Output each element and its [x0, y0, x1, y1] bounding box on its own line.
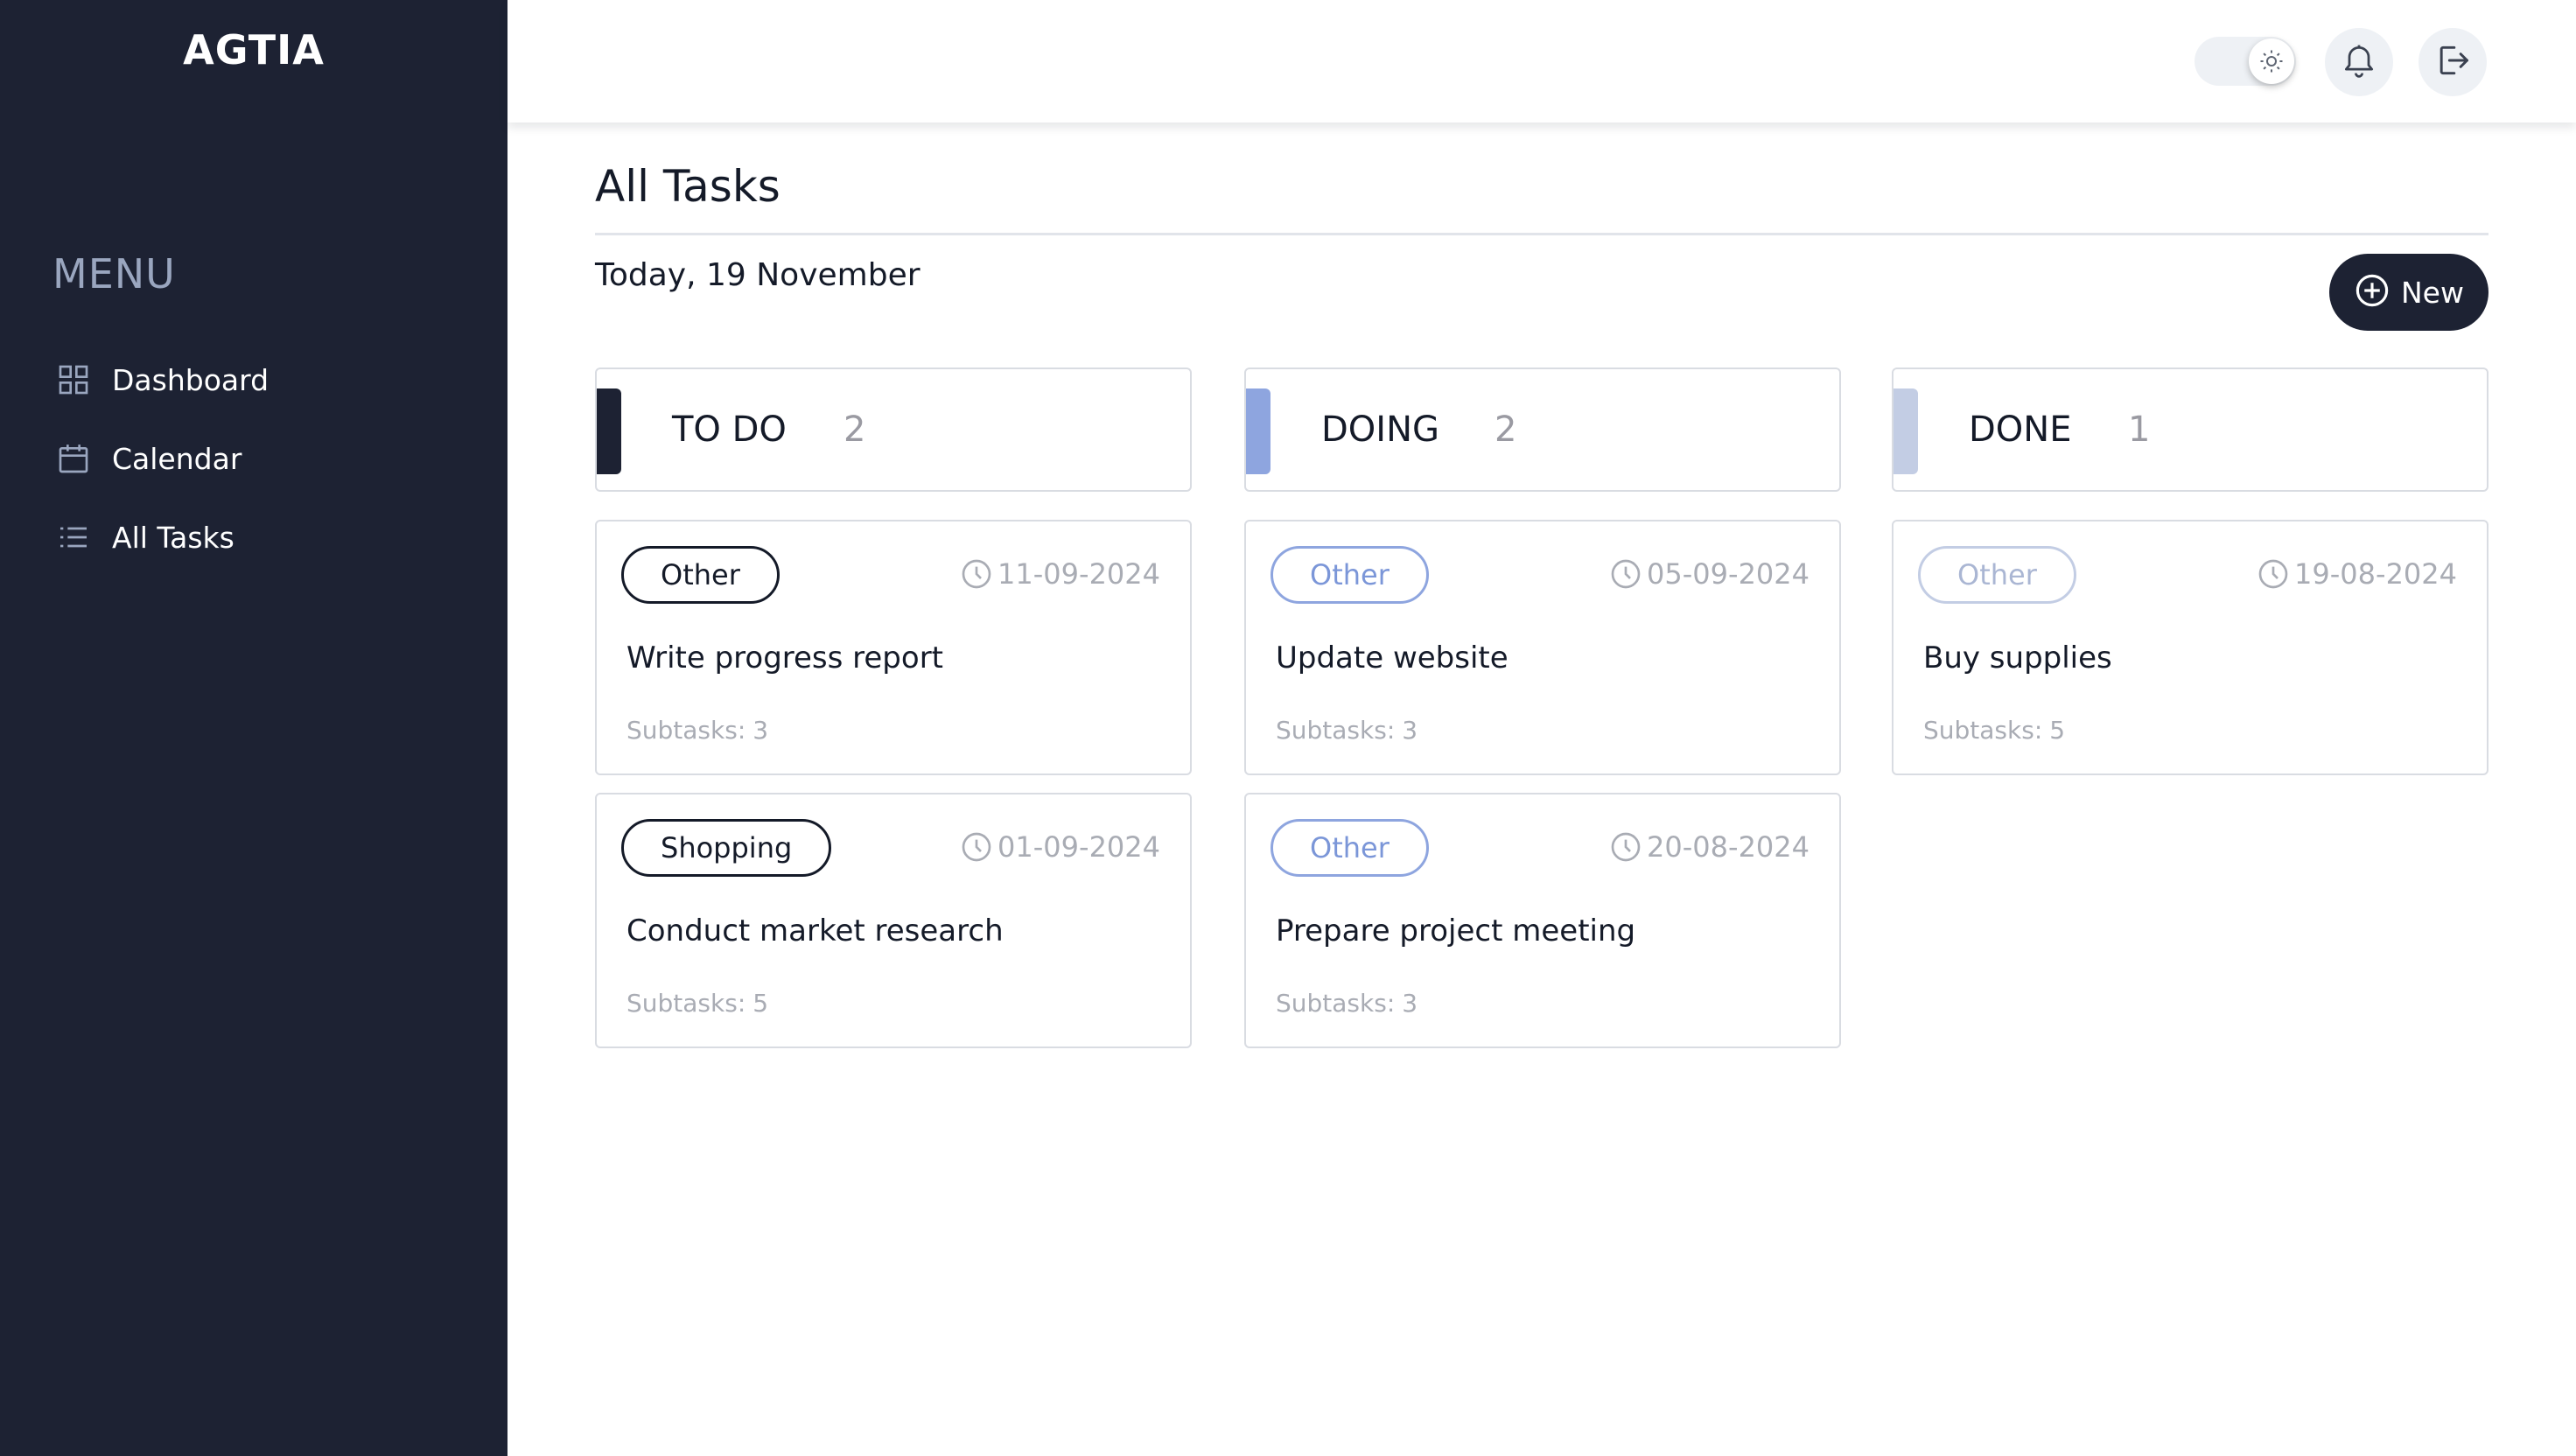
page-title: All Tasks [595, 161, 780, 212]
task-card[interactable]: Other 19-08-2024 Buy supplies Subtasks: 5 [1892, 520, 2488, 775]
notifications-button[interactable] [2325, 28, 2393, 96]
subtask-count: Subtasks: 5 [626, 989, 768, 1018]
app-logo[interactable]: AGTIA [0, 26, 508, 74]
column-count: 2 [844, 410, 866, 450]
grid-icon [54, 360, 93, 399]
column-header-done: DONE 1 [1892, 368, 2488, 492]
column-accent [1246, 388, 1270, 474]
due-date: 01-09-2024 [959, 830, 1160, 864]
clock-icon [962, 559, 991, 589]
new-task-label: New [2401, 275, 2464, 310]
task-title: Prepare project meeting [1276, 914, 1636, 948]
task-title: Update website [1276, 640, 1508, 676]
due-date-text: 11-09-2024 [998, 557, 1160, 591]
app-root: AGTIA MENU Dashboard Calendar All Tasks … [0, 0, 2576, 1456]
column-accent [597, 388, 621, 474]
task-title: Buy supplies [1923, 640, 2112, 676]
task-card[interactable]: Other 11-09-2024 Write progress report S… [595, 520, 1192, 775]
title-divider [595, 233, 2488, 235]
due-date-text: 20-08-2024 [1647, 830, 1810, 864]
calendar-icon [54, 439, 93, 478]
subtask-count: Subtasks: 3 [1276, 716, 1418, 745]
category-tag: Other [1270, 546, 1429, 604]
clock-icon [1611, 559, 1641, 589]
due-date: 20-08-2024 [1608, 830, 1810, 864]
subtasks-value: 3 [1402, 716, 1418, 745]
sidebar-item-calendar[interactable]: Calendar [54, 432, 474, 485]
today-date: Today, 19 November [595, 257, 920, 293]
task-card[interactable]: Other 05-09-2024 Update website Subtasks… [1244, 520, 1841, 775]
sidebar-item-dashboard[interactable]: Dashboard [54, 354, 474, 406]
subtasks-value: 5 [2049, 716, 2066, 745]
column-header-doing: DOING 2 [1244, 368, 1841, 492]
column-name: TO DO [672, 410, 787, 450]
task-title: Write progress report [626, 640, 943, 676]
clock-icon [2258, 559, 2288, 589]
due-date-text: 05-09-2024 [1647, 557, 1810, 591]
column-count: 2 [1494, 410, 1517, 450]
due-date: 11-09-2024 [959, 556, 1160, 592]
category-tag: Shopping [621, 819, 832, 877]
subtask-count: Subtasks: 5 [1923, 716, 2065, 745]
due-date: 05-09-2024 [1608, 556, 1810, 592]
subtask-count: Subtasks: 3 [626, 716, 768, 745]
subtasks-value: 5 [752, 989, 769, 1018]
category-tag: Other [1918, 546, 2076, 604]
sun-icon [2249, 38, 2294, 84]
menu-title: MENU [52, 250, 176, 298]
task-title: Conduct market research [626, 914, 1004, 948]
due-date: 19-08-2024 [2256, 556, 2457, 592]
subtasks-value: 3 [1402, 989, 1418, 1018]
subtasks-label: Subtasks: [1276, 716, 1396, 745]
column-count: 1 [2128, 410, 2151, 450]
plus-circle-icon [2354, 272, 2390, 312]
sidebar: AGTIA MENU Dashboard Calendar All Tasks [0, 0, 508, 1456]
subtasks-label: Subtasks: [626, 989, 746, 1018]
theme-toggle[interactable] [2194, 37, 2296, 86]
bell-icon [2340, 41, 2378, 83]
list-icon [54, 518, 93, 556]
subtasks-label: Subtasks: [1923, 716, 2043, 745]
sidebar-item-label: Dashboard [112, 362, 270, 397]
sidebar-item-label: Calendar [112, 441, 242, 476]
column-accent [1894, 388, 1918, 474]
subtasks-value: 3 [752, 716, 769, 745]
subtasks-label: Subtasks: [626, 716, 746, 745]
clock-icon [1611, 832, 1641, 862]
sidebar-item-all-tasks[interactable]: All Tasks [54, 511, 474, 564]
sidebar-item-label: All Tasks [112, 520, 234, 555]
category-tag: Other [621, 546, 780, 604]
column-name: DOING [1321, 410, 1439, 450]
column-name: DONE [1969, 410, 2072, 450]
due-date-text: 19-08-2024 [2294, 557, 2457, 591]
task-card[interactable]: Shopping 01-09-2024 Conduct market resea… [595, 793, 1192, 1048]
logout-icon [2433, 41, 2472, 83]
subtasks-label: Subtasks: [1276, 989, 1396, 1018]
subtask-count: Subtasks: 3 [1276, 989, 1418, 1018]
due-date-text: 01-09-2024 [998, 830, 1160, 864]
column-header-todo: TO DO 2 [595, 368, 1192, 492]
category-tag: Other [1270, 819, 1429, 877]
logout-button[interactable] [2418, 28, 2487, 96]
clock-icon [962, 832, 991, 862]
new-task-button[interactable]: New [2329, 254, 2488, 331]
task-card[interactable]: Other 20-08-2024 Prepare project meeting… [1244, 793, 1841, 1048]
